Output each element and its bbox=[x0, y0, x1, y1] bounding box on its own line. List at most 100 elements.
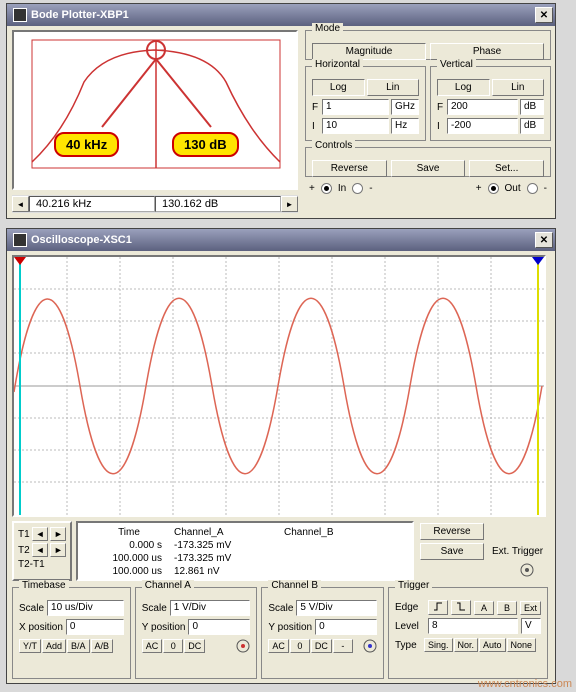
out-pos-radio[interactable] bbox=[488, 183, 499, 194]
reverse-button[interactable]: Reverse bbox=[312, 160, 387, 177]
h-f-unit[interactable]: GHz bbox=[391, 99, 419, 115]
osc-plot[interactable] bbox=[12, 255, 546, 517]
cha-dc-button[interactable]: DC bbox=[184, 639, 205, 653]
cha-scale-input[interactable]: 1 V/Div bbox=[170, 600, 251, 616]
yt-button[interactable]: Y/T bbox=[19, 639, 41, 653]
xpos-input[interactable]: 0 bbox=[66, 619, 124, 635]
osc-titlebar[interactable]: Oscilloscope-XSC1 ✕ bbox=[7, 229, 555, 251]
cha-ac-button[interactable]: AC bbox=[142, 639, 163, 653]
t1-right-button[interactable]: ► bbox=[50, 527, 66, 541]
level-input[interactable]: 8 bbox=[428, 618, 518, 634]
in-pos-label: + bbox=[309, 183, 315, 194]
v-lin-button[interactable]: Lin bbox=[492, 79, 545, 96]
chb-minus-button[interactable]: - bbox=[333, 639, 353, 653]
ba-button[interactable]: B/A bbox=[67, 639, 90, 653]
cha-label: Channel A bbox=[142, 580, 194, 591]
v-i-input[interactable]: -200 bbox=[447, 118, 518, 134]
v-i-unit[interactable]: dB bbox=[520, 118, 544, 134]
v-f-input[interactable]: 200 bbox=[447, 99, 518, 115]
h-log-button[interactable]: Log bbox=[312, 79, 365, 96]
cha-scale-label: Scale bbox=[142, 603, 167, 614]
nor-button[interactable]: Nor. bbox=[454, 638, 479, 652]
level-unit[interactable]: V bbox=[521, 618, 541, 634]
close-icon[interactable]: ✕ bbox=[535, 232, 553, 248]
osc-bottom-controls: Timebase Scale 10 us/Div X position 0 Y/… bbox=[12, 587, 548, 679]
in-neg-radio[interactable] bbox=[352, 183, 363, 194]
v-f-unit[interactable]: dB bbox=[520, 99, 544, 115]
chb-dc-button[interactable]: DC bbox=[311, 639, 332, 653]
edge-label: Edge bbox=[395, 602, 425, 613]
close-icon[interactable]: ✕ bbox=[535, 7, 553, 23]
h-f-input[interactable]: 1 bbox=[322, 99, 389, 115]
chb-label: Channel B bbox=[268, 580, 321, 591]
vertical-label: Vertical bbox=[437, 59, 476, 70]
r1-time: 0.000 s bbox=[84, 539, 174, 552]
edge-rise-button[interactable] bbox=[428, 600, 448, 615]
r1-cha: -173.325 mV bbox=[174, 539, 284, 552]
in-pos-radio[interactable] bbox=[321, 183, 332, 194]
trig-a-button[interactable]: A bbox=[474, 601, 494, 615]
sing-button[interactable]: Sing. bbox=[424, 638, 453, 652]
h-f-label: F bbox=[312, 102, 320, 113]
magnitude-button[interactable]: Magnitude bbox=[312, 43, 426, 60]
t2-label: T2 bbox=[18, 545, 30, 556]
bode-freq-readout: 40.216 kHz bbox=[29, 196, 155, 212]
bode-title: Bode Plotter-XBP1 bbox=[31, 9, 535, 21]
out-neg-label: - bbox=[544, 183, 547, 194]
chb-scale-label: Scale bbox=[268, 603, 293, 614]
osc-save-button[interactable]: Save bbox=[420, 543, 484, 560]
t2-left-button[interactable]: ◄ bbox=[32, 543, 48, 557]
in-label: In bbox=[338, 183, 346, 194]
tdiff-label: T2-T1 bbox=[18, 559, 66, 570]
scroll-left-icon[interactable]: ◄ bbox=[12, 196, 29, 212]
ab-button[interactable]: A/B bbox=[91, 639, 114, 653]
h-i-input[interactable]: 10 bbox=[322, 118, 389, 134]
add-button[interactable]: Add bbox=[42, 639, 66, 653]
bode-app-icon bbox=[13, 8, 27, 22]
osc-window: Oscilloscope-XSC1 ✕ bbox=[6, 228, 556, 684]
chb-ypos-input[interactable]: 0 bbox=[315, 619, 377, 635]
tb-scale-label: Scale bbox=[19, 603, 44, 614]
save-button[interactable]: Save bbox=[391, 160, 466, 177]
v-i-label: I bbox=[437, 121, 445, 132]
none-button[interactable]: None bbox=[507, 638, 537, 652]
out-neg-radio[interactable] bbox=[527, 183, 538, 194]
edge-fall-button[interactable] bbox=[451, 600, 471, 615]
h-i-label: I bbox=[312, 121, 320, 132]
t1-left-button[interactable]: ◄ bbox=[32, 527, 48, 541]
auto-button[interactable]: Auto bbox=[479, 638, 506, 652]
phase-button[interactable]: Phase bbox=[430, 43, 544, 60]
chb-ac-button[interactable]: AC bbox=[268, 639, 289, 653]
r2-cha: -173.325 mV bbox=[174, 552, 284, 565]
cha-ypos-label: Y position bbox=[142, 622, 186, 633]
h-lin-button[interactable]: Lin bbox=[367, 79, 420, 96]
out-pos-label: + bbox=[476, 183, 482, 194]
osc-app-icon bbox=[13, 233, 27, 247]
cha-0-button[interactable]: 0 bbox=[163, 639, 183, 653]
cha-ypos-input[interactable]: 0 bbox=[188, 619, 250, 635]
xpos-label: X position bbox=[19, 622, 63, 633]
osc-reverse-button[interactable]: Reverse bbox=[420, 523, 484, 540]
scroll-track[interactable]: 40.216 kHz 130.162 dB bbox=[29, 196, 281, 212]
chb-ypos-label: Y position bbox=[268, 622, 312, 633]
bode-titlebar[interactable]: Bode Plotter-XBP1 ✕ bbox=[7, 4, 555, 26]
v-f-label: F bbox=[437, 102, 445, 113]
chb-jack-icon bbox=[363, 639, 377, 653]
col-cha: Channel_A bbox=[174, 526, 284, 539]
bode-readout-bar: ◄ 40.216 kHz 130.162 dB ► bbox=[12, 195, 298, 213]
v-log-button[interactable]: Log bbox=[437, 79, 490, 96]
trig-b-button[interactable]: B bbox=[497, 601, 517, 615]
scroll-right-icon[interactable]: ► bbox=[281, 196, 298, 212]
chb-scale-input[interactable]: 5 V/Div bbox=[296, 600, 377, 616]
h-i-unit[interactable]: Hz bbox=[391, 118, 419, 134]
r3-time: 100.000 us bbox=[84, 565, 174, 578]
bode-controls-panel: Mode Magnitude Phase Horizontal Log Lin … bbox=[305, 30, 551, 214]
t1-label: T1 bbox=[18, 529, 30, 540]
t2-right-button[interactable]: ► bbox=[50, 543, 66, 557]
chb-0-button[interactable]: 0 bbox=[290, 639, 310, 653]
ext-trigger-label: Ext. Trigger bbox=[492, 546, 543, 557]
bode-plot[interactable]: 40 kHz 130 dB bbox=[12, 30, 298, 190]
set-button[interactable]: Set... bbox=[469, 160, 544, 177]
tb-scale-input[interactable]: 10 us/Div bbox=[47, 600, 124, 616]
trig-ext-button[interactable]: Ext bbox=[520, 601, 541, 615]
